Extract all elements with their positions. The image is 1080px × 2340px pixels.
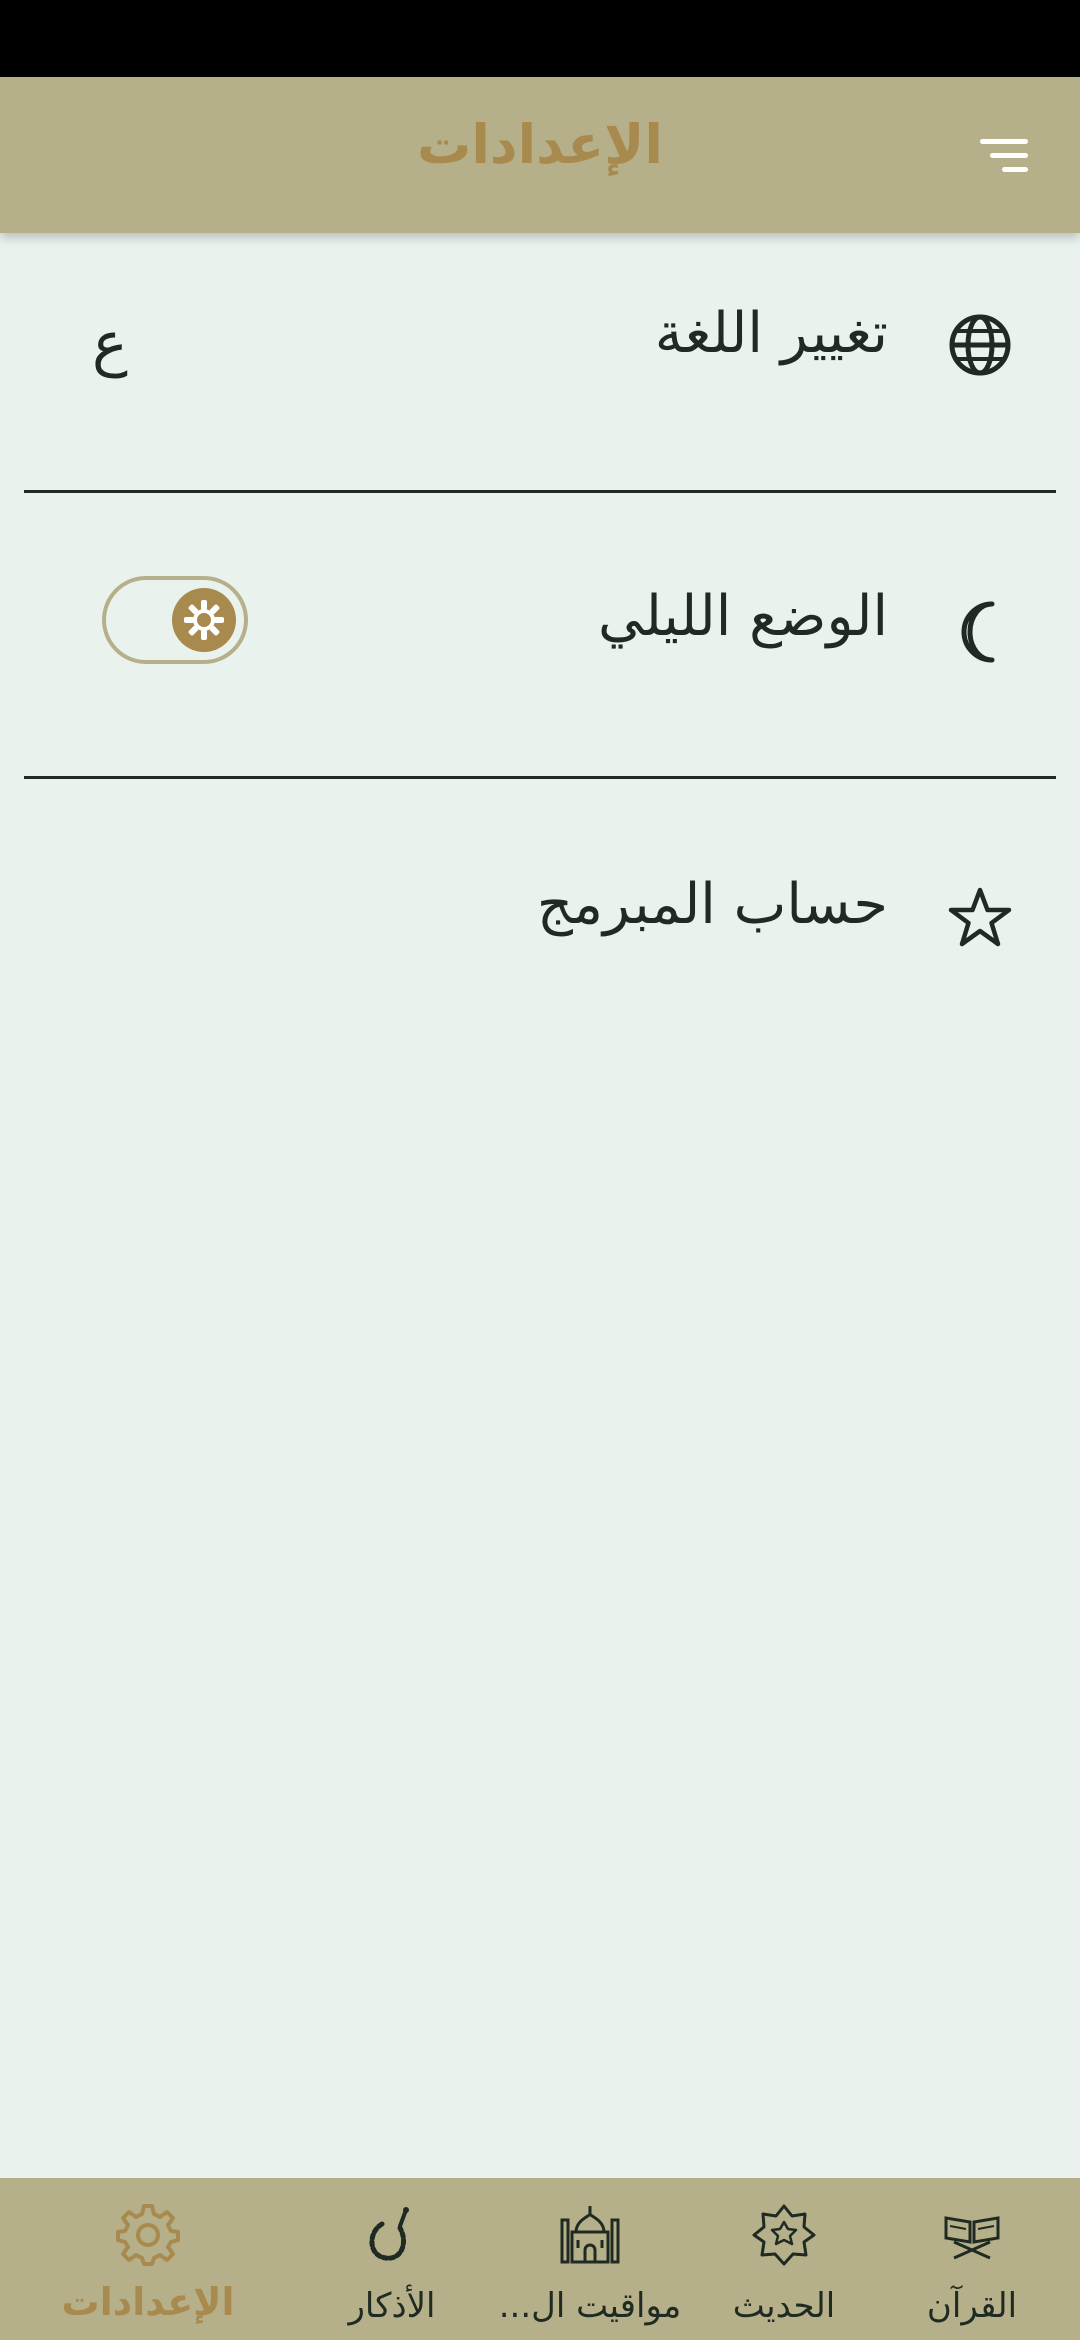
developer-account-label: حساب المبرمج <box>536 872 888 937</box>
nav-label-quran: القرآن <box>926 2286 1018 2326</box>
bottom-navigation: القرآن الحديث مواقيت ال... الأذكار الإعد… <box>0 2178 1080 2340</box>
mosque-icon <box>560 2206 620 2264</box>
nav-item-hadith[interactable]: الحديث <box>676 2178 892 2340</box>
prayer-beads-icon <box>369 2207 409 2261</box>
toggle-knob <box>172 588 236 652</box>
globe-icon <box>949 314 1011 376</box>
night-mode-row: الوضع الليلي <box>24 576 1056 698</box>
sun-icon <box>184 600 224 640</box>
gear-icon <box>116 2204 180 2266</box>
moon-icon <box>961 601 995 663</box>
hadith-icon <box>752 2204 816 2266</box>
divider <box>24 776 1056 779</box>
star-icon <box>948 887 1012 947</box>
developer-account-row[interactable]: حساب المبرمج <box>24 866 1056 986</box>
nav-label-prayer-times: مواقيت ال... <box>498 2286 682 2326</box>
night-mode-label: الوضع الليلي <box>598 584 888 649</box>
quran-icon <box>944 2216 1000 2260</box>
nav-label-azkar: الأذكار <box>348 2286 436 2326</box>
nav-item-azkar[interactable]: الأذكار <box>284 2178 500 2340</box>
language-label: تغيير اللغة <box>654 301 888 366</box>
nav-item-quran[interactable]: القرآن <box>864 2178 1080 2340</box>
nav-item-prayer-times[interactable]: مواقيت ال... <box>482 2178 698 2340</box>
nav-label-hadith: الحديث <box>732 2286 836 2326</box>
divider <box>24 490 1056 493</box>
app-bar: الإعدادات <box>0 77 1080 233</box>
nav-label-settings: الإعدادات <box>61 2280 235 2324</box>
status-bar <box>0 0 1080 77</box>
night-mode-toggle[interactable] <box>102 576 248 664</box>
nav-item-settings[interactable]: الإعدادات <box>40 2178 256 2340</box>
menu-icon[interactable] <box>980 133 1028 177</box>
language-setting-row[interactable]: تغيير اللغة ع <box>24 293 1056 413</box>
language-value: ع <box>92 309 128 379</box>
page-title: الإعدادات <box>417 113 663 176</box>
